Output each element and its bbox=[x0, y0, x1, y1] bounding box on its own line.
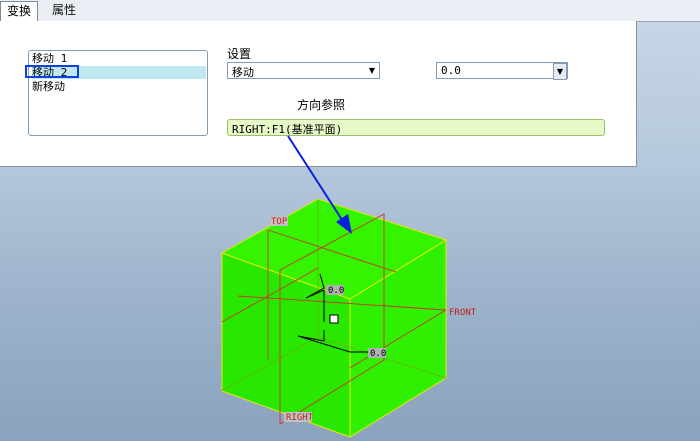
dimension-value-bottom: 0.0 bbox=[370, 349, 386, 359]
dimension-value-top: 0.0 bbox=[328, 286, 344, 296]
model-viewport[interactable]: 0.0 0.0 TOP FRONT RIGHT bbox=[0, 0, 700, 441]
drag-handle[interactable] bbox=[329, 314, 339, 324]
plane-label-right: RIGHT bbox=[286, 413, 314, 423]
plane-label-front: FRONT bbox=[449, 308, 477, 318]
plane-label-top: TOP bbox=[271, 217, 288, 227]
